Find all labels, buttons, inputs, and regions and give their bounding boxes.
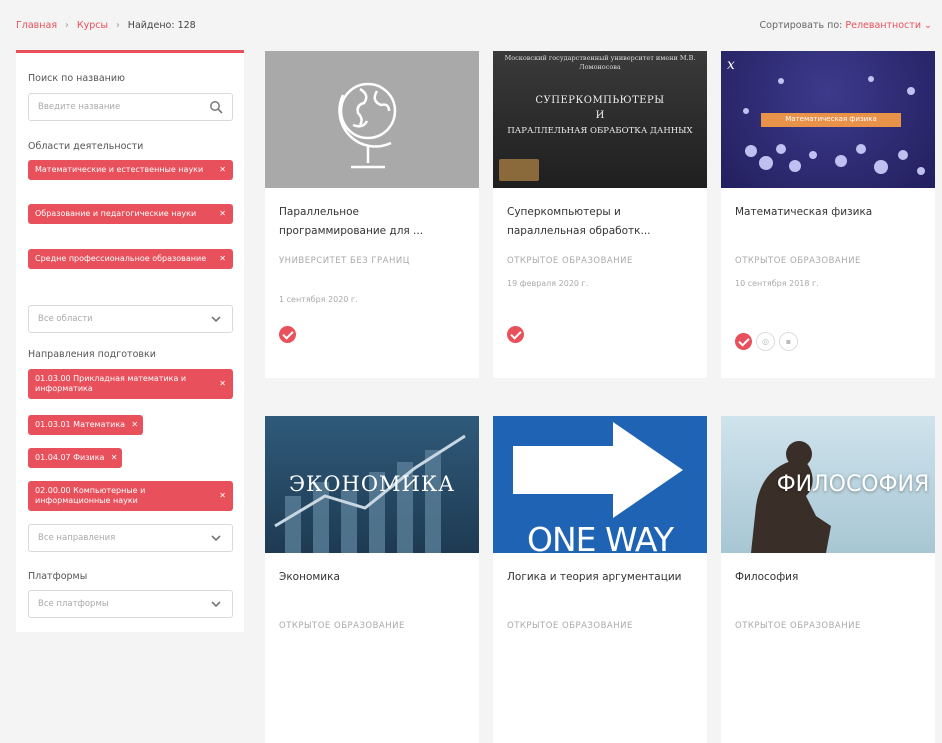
platforms-select[interactable]: Все платформы — [28, 590, 233, 618]
direction-tag-label: 01.03.00 Прикладная математика и информа… — [35, 374, 187, 393]
area-tag-label: Математические и естественные науки — [35, 165, 204, 174]
search-label: Поиск по названию — [28, 73, 126, 84]
course-provider: ОТКРЫТОЕ ОБРАЗОВАНИЕ — [735, 256, 861, 266]
direction-tag[interactable]: 01.03.01 Математика ✕ — [28, 415, 144, 435]
image-title-line: СУПЕРКОМПЬЮТЕРЫ — [535, 95, 665, 106]
search-input[interactable]: Введите название — [28, 93, 233, 121]
course-card[interactable]: Параллельное программирование для ... УН… — [265, 51, 479, 378]
course-image[interactable]: ФИЛОСОФИЯ — [721, 416, 935, 553]
direction-tag-label: 02.00.00 Компьютерные и информационные н… — [35, 486, 146, 505]
course-date: 1 сентября 2020 г. — [279, 295, 358, 304]
course-image[interactable]: ONE WAY — [493, 416, 707, 553]
areas-label: Области деятельности — [28, 141, 144, 152]
direction-tag[interactable]: 02.00.00 Компьютерные и информационные н… — [28, 481, 233, 511]
image-university: Московский государственный университет и… — [504, 54, 696, 71]
course-image[interactable]: Московский государственный университет и… — [493, 51, 707, 188]
course-badges — [507, 324, 524, 344]
course-title[interactable]: Экономика — [279, 568, 467, 587]
area-tag[interactable]: Средне профессиональное образование ✕ — [28, 249, 233, 269]
breadcrumb-separator: › — [65, 20, 69, 31]
sort-label: Сортировать по: — [759, 20, 843, 31]
image-title-line: И — [595, 110, 605, 121]
directions-select[interactable]: Все направления — [28, 524, 233, 552]
platforms-label: Платформы — [28, 571, 88, 582]
course-title[interactable]: Математическая физика — [735, 203, 923, 222]
close-icon[interactable]: ✕ — [131, 420, 138, 430]
close-icon[interactable]: ✕ — [219, 209, 226, 219]
course-title[interactable]: Философия — [735, 568, 923, 587]
image-banner: Математическая физика — [785, 115, 877, 123]
verified-check-icon — [279, 326, 296, 343]
image-title: ЭКОНОМИКА — [288, 472, 456, 496]
course-provider: ОТКРЫТОЕ ОБРАЗОВАНИЕ — [507, 256, 633, 266]
chat-icon: ▪ — [779, 332, 798, 351]
close-icon[interactable]: ✕ — [219, 165, 226, 175]
course-card[interactable]: ONE WAY Логика и теория аргументации ОТК… — [493, 416, 707, 743]
area-tag-label: Средне профессиональное образование — [35, 254, 207, 263]
image-sign-text: ONE WAY — [527, 520, 674, 554]
chevron-down-icon[interactable] — [209, 531, 223, 545]
breadcrumb-home-link[interactable]: Главная — [16, 20, 57, 31]
area-tag[interactable]: Образование и педагогические науки ✕ — [28, 204, 233, 224]
area-tag-label: Образование и педагогические науки — [35, 209, 197, 218]
top-bar: Главная › Курсы › Найдено: 128 Сортировать п… — [0, 0, 942, 44]
certificate-icon: ◎ — [756, 332, 775, 351]
verified-check-icon — [507, 326, 524, 343]
platforms-select-value: Все платформы — [38, 599, 109, 609]
image-title-line: ПАРАЛЛЕЛЬНАЯ ОБРАБОТКА ДАННЫХ — [507, 126, 693, 136]
chevron-down-icon[interactable] — [209, 597, 223, 611]
direction-tag[interactable]: 01.04.07 Физика ✕ — [28, 448, 123, 468]
course-badges — [279, 324, 296, 344]
image-title: ФИЛОСОФИЯ — [776, 472, 930, 497]
areas-select[interactable]: Все области — [28, 305, 233, 333]
course-title[interactable]: Суперкомпьютеры и параллельная обработк.… — [507, 203, 695, 241]
course-date: 10 сентября 2018 г. — [735, 279, 819, 288]
area-tag[interactable]: Математические и естественные науки ✕ — [28, 160, 233, 180]
close-icon[interactable]: ✕ — [111, 453, 118, 463]
course-provider: УНИВЕРСИТЕТ БЕЗ ГРАНИЦ — [279, 256, 410, 266]
course-title[interactable]: Логика и теория аргументации — [507, 568, 695, 587]
course-image[interactable] — [265, 51, 479, 188]
course-badges: ◎ ▪ — [735, 331, 798, 351]
breadcrumb: Главная › Курсы › Найдено: 128 — [16, 20, 196, 31]
close-icon[interactable]: ✕ — [219, 379, 226, 389]
sort-control: Сортировать по: Релевантности ⌄ — [760, 20, 932, 31]
course-card[interactable]: ЭКОНОМИКА Экономика ОТКРЫТОЕ ОБРАЗОВАНИЕ — [265, 416, 479, 743]
chevron-down-icon[interactable]: ⌄ — [924, 20, 932, 31]
breadcrumb-separator: › — [115, 20, 120, 31]
globe-icon — [338, 82, 397, 169]
close-icon[interactable]: ✕ — [219, 491, 226, 501]
course-image[interactable]: x Математическая физика — [721, 51, 935, 188]
direction-tag-label: 01.03.01 Математика — [35, 420, 126, 429]
svg-text:x: x — [727, 57, 735, 73]
course-date: 19 февраля 2020 г. — [507, 279, 589, 288]
areas-select-value: Все области — [38, 314, 93, 324]
course-card[interactable]: Московский государственный университет и… — [493, 51, 707, 378]
chevron-down-icon[interactable] — [209, 312, 223, 326]
sort-dropdown[interactable]: Релевантности — [845, 20, 921, 31]
breadcrumb-courses-link[interactable]: Курсы — [77, 20, 108, 31]
course-title[interactable]: Параллельное программирование для ... — [279, 203, 467, 241]
directions-select-value: Все направления — [38, 533, 116, 543]
university-logo — [499, 159, 539, 181]
search-icon[interactable] — [209, 100, 223, 114]
close-icon[interactable]: ✕ — [219, 254, 226, 264]
course-image[interactable]: ЭКОНОМИКА — [265, 416, 479, 553]
directions-label: Направления подготовки — [28, 349, 156, 360]
search-placeholder: Введите название — [38, 102, 121, 112]
course-card[interactable]: ФИЛОСОФИЯ Философия ОТКРЫТОЕ ОБРАЗОВАНИЕ — [721, 416, 935, 743]
course-card[interactable]: x Математическая физика Математическая ф… — [721, 51, 935, 378]
results-count: Найдено: 128 — [127, 20, 196, 31]
filter-sidebar: Поиск по названию Введите название Облас… — [16, 53, 244, 632]
verified-check-icon — [735, 333, 752, 350]
direction-tag[interactable]: 01.03.00 Прикладная математика и информа… — [28, 369, 233, 399]
direction-tag-label: 01.04.07 Физика — [35, 453, 105, 462]
